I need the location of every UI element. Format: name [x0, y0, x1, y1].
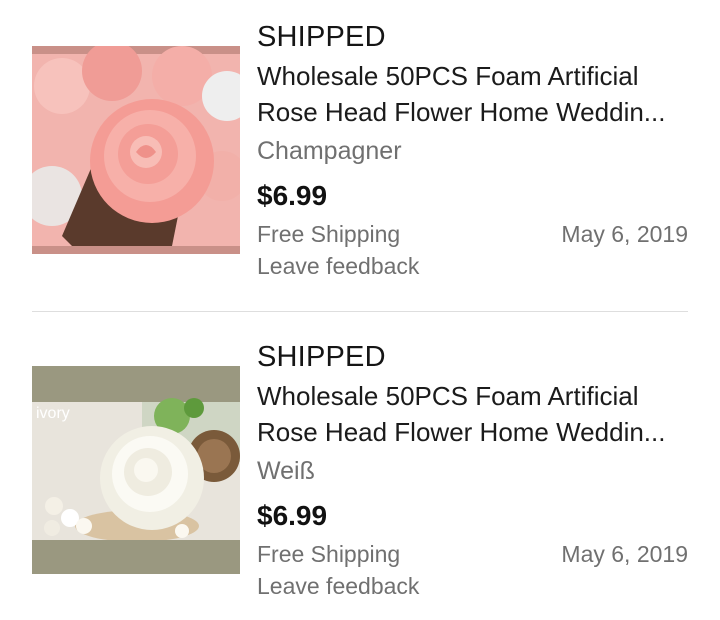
order-details: SHIPPED Wholesale 50PCS Foam Artificial …	[257, 338, 688, 602]
thumbnail-label: ivory	[36, 405, 70, 422]
order-date: May 6, 2019	[561, 541, 688, 567]
order-date: May 6, 2019	[561, 221, 688, 247]
ivory-rose-image: ivory	[32, 366, 240, 574]
shipping-row: Free Shipping May 6, 2019	[257, 538, 688, 570]
shipping-info: Free Shipping	[257, 221, 401, 247]
product-variant: Weiß	[257, 457, 315, 485]
order-status: SHIPPED	[257, 21, 386, 53]
order-details: SHIPPED Wholesale 50PCS Foam Artificial …	[257, 18, 688, 282]
order-item[interactable]: ivory SHIPPED Wholesale 50PCS Foam Artif…	[0, 320, 720, 620]
order-item[interactable]: SHIPPED Wholesale 50PCS Foam Artificial …	[0, 0, 720, 300]
product-title[interactable]: Wholesale 50PCS Foam Artificial Rose Hea…	[257, 378, 687, 450]
shipping-info: Free Shipping	[257, 541, 401, 567]
divider	[32, 311, 688, 312]
product-price: $6.99	[257, 180, 328, 211]
product-thumbnail[interactable]: ivory	[32, 366, 240, 574]
pink-rose-image	[32, 46, 240, 254]
product-price: $6.99	[257, 500, 328, 531]
product-title[interactable]: Wholesale 50PCS Foam Artificial Rose Hea…	[257, 58, 687, 130]
product-variant: Champagner	[257, 137, 402, 165]
leave-feedback-link[interactable]: Leave feedback	[257, 570, 688, 602]
order-status: SHIPPED	[257, 341, 386, 373]
shipping-row: Free Shipping May 6, 2019	[257, 218, 688, 250]
product-thumbnail[interactable]	[32, 46, 240, 254]
leave-feedback-link[interactable]: Leave feedback	[257, 250, 688, 282]
